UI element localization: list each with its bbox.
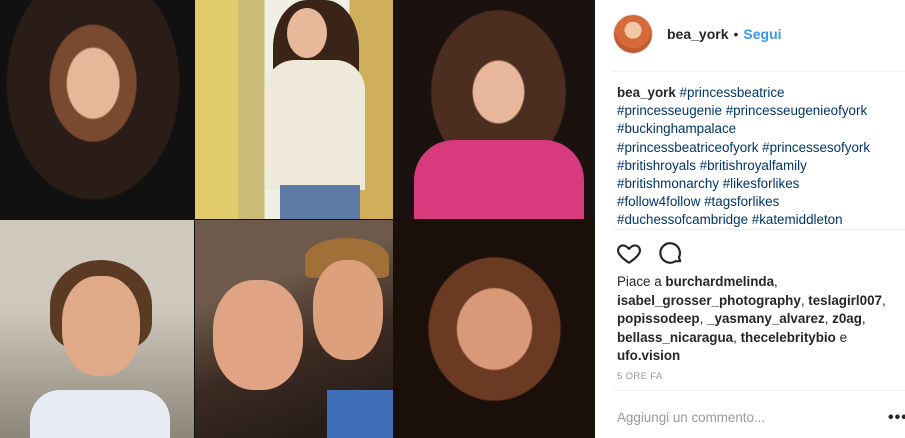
hashtag-link[interactable]: #buckinghampalace bbox=[617, 121, 736, 136]
caption-username[interactable]: bea_york bbox=[617, 85, 676, 100]
divider bbox=[613, 390, 905, 391]
collage-photo-2 bbox=[195, 0, 393, 219]
hashtag-link[interactable]: #duchessofcambridge bbox=[617, 212, 748, 227]
liker-link[interactable]: bellass_nicaragua bbox=[617, 330, 733, 345]
hashtag-link[interactable]: #tagsforlikes bbox=[704, 194, 779, 209]
follow-button[interactable]: Segui bbox=[743, 26, 781, 42]
liker-link[interactable]: thecelebritybio bbox=[741, 330, 836, 345]
post-actions bbox=[616, 240, 684, 271]
comment-input[interactable]: Aggiungi un commento... bbox=[617, 410, 765, 425]
hashtag-link[interactable]: #likesforlikes bbox=[723, 176, 800, 191]
hashtag-link[interactable]: #princesseugenieofyork bbox=[726, 103, 867, 118]
liker-link[interactable]: burchardmelinda bbox=[665, 274, 774, 289]
liker-link[interactable]: z0ag bbox=[832, 311, 862, 326]
hashtag-link[interactable]: #princessesofyork bbox=[762, 140, 870, 155]
collage-photo-1 bbox=[0, 0, 194, 219]
heart-icon[interactable] bbox=[616, 240, 642, 271]
likes-summary: Piace a burchardmelinda, isabel_grosser_… bbox=[617, 274, 886, 364]
collage-photo-5 bbox=[195, 220, 393, 438]
liker-link[interactable]: _yasmany_alvarez bbox=[707, 311, 825, 326]
collage-photo-6 bbox=[394, 220, 595, 438]
header-username[interactable]: bea_york bbox=[667, 26, 728, 42]
timestamp[interactable]: 5 ORE FA bbox=[617, 371, 663, 382]
hashtag-link[interactable]: #princessbeatrice bbox=[680, 85, 785, 100]
liker-link[interactable]: ufo.vision bbox=[617, 348, 680, 363]
post-caption: bea_york #princessbeatrice #princesseuge… bbox=[617, 84, 902, 230]
more-options-icon[interactable]: ••• bbox=[888, 409, 905, 427]
hashtag-link[interactable]: #follow4follow bbox=[617, 194, 700, 209]
likes-conjunction: e bbox=[839, 329, 848, 345]
hashtag-link[interactable]: #princessbeatriceofyork bbox=[617, 140, 758, 155]
liker-link[interactable]: isabel_grosser_photography bbox=[617, 293, 801, 308]
liker-link[interactable]: teslagirl007 bbox=[808, 293, 882, 308]
comment-bubble-icon[interactable] bbox=[658, 240, 684, 271]
hashtag-link[interactable]: #britishmonarchy bbox=[617, 176, 719, 191]
divider bbox=[613, 229, 905, 230]
collage-photo-3 bbox=[394, 0, 595, 219]
hashtag-link[interactable]: #britishroyals bbox=[617, 158, 696, 173]
hashtag-link[interactable]: #princesseugenie bbox=[617, 103, 722, 118]
post-header: bea_york • Segui bbox=[613, 14, 782, 54]
divider bbox=[613, 71, 905, 72]
collage-photo-4 bbox=[0, 220, 194, 438]
post-photo-collage[interactable] bbox=[0, 0, 595, 438]
hashtag-link[interactable]: #katemiddleton bbox=[752, 212, 843, 227]
header-separator: • bbox=[733, 26, 739, 42]
liker-link[interactable]: popissodeep bbox=[617, 311, 700, 326]
hashtag-link[interactable]: #britishroyalfamily bbox=[700, 158, 807, 173]
likes-prefix: Piace a bbox=[617, 274, 662, 289]
avatar[interactable] bbox=[613, 14, 653, 54]
